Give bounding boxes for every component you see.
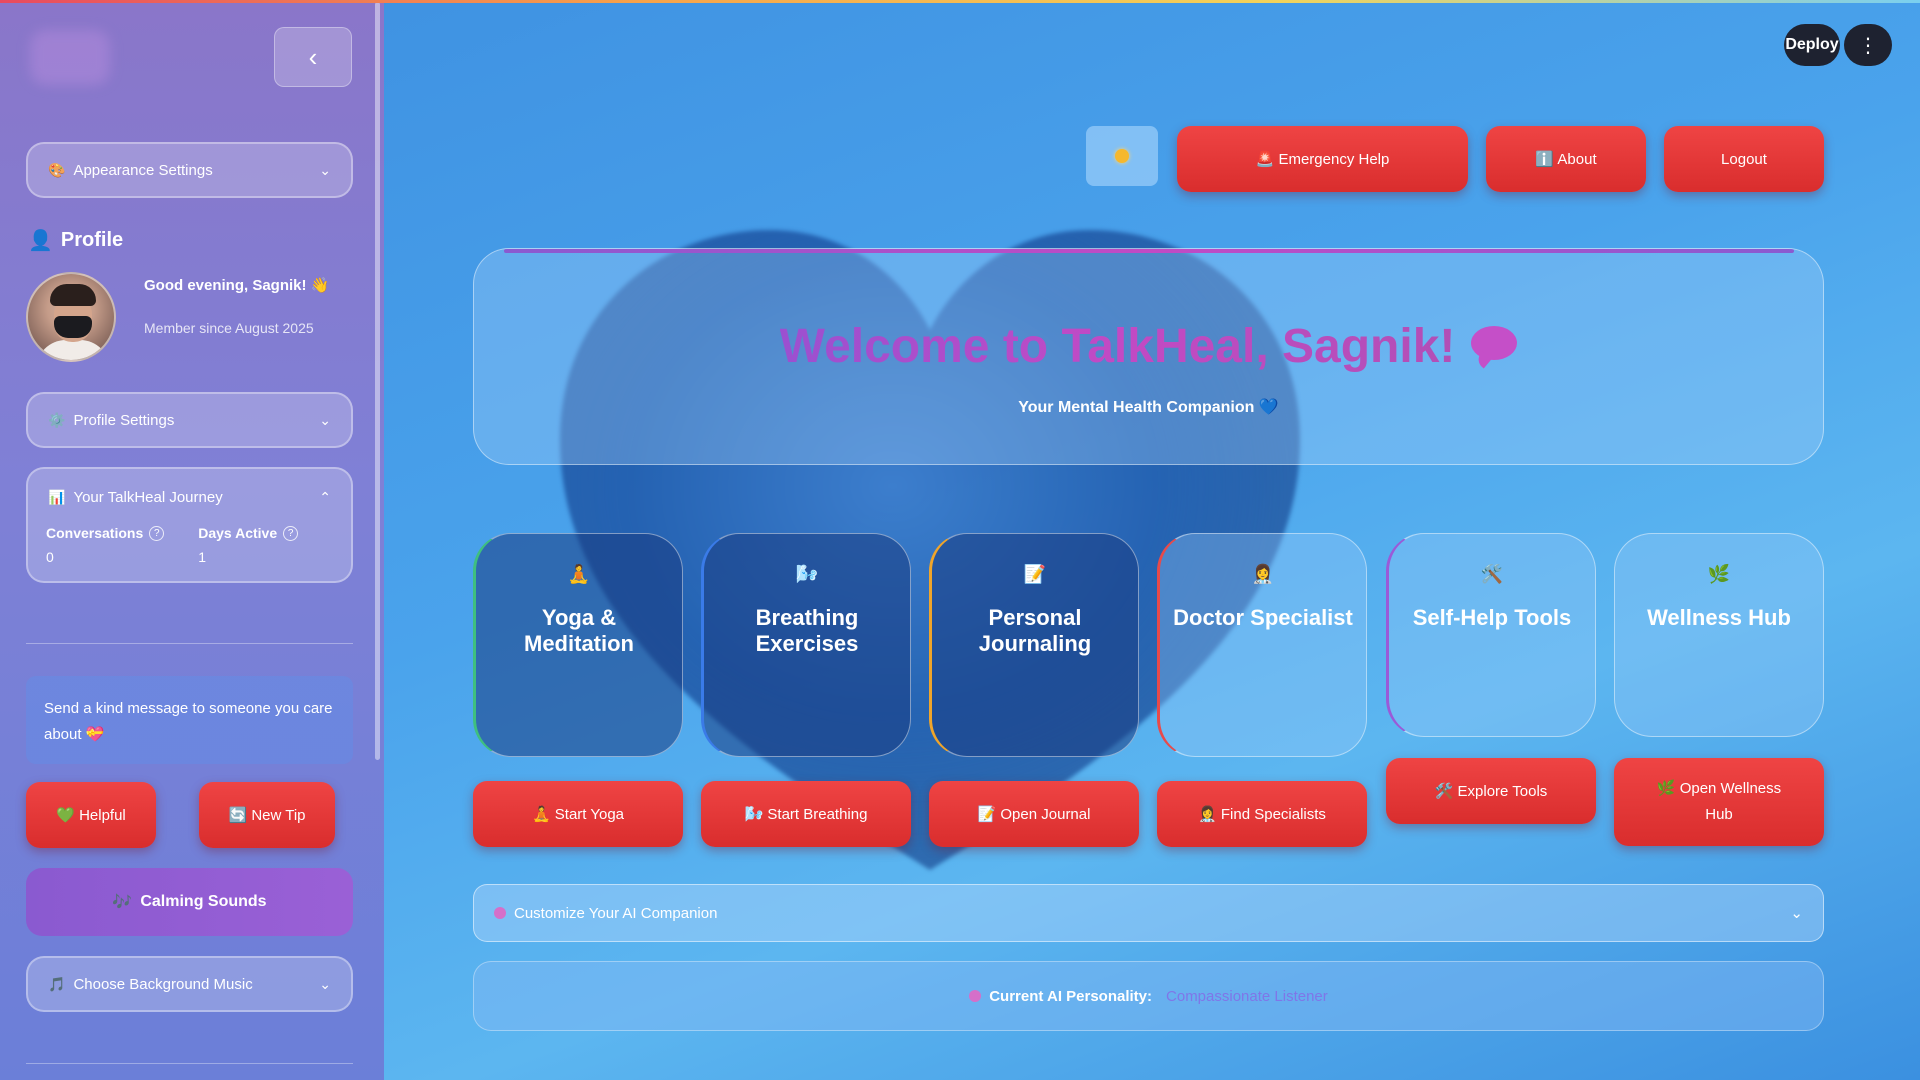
sidebar: ‹ 🎨 Appearance Settings ⌄ 👤 Profile Good…: [0, 0, 384, 1080]
profile-heading: 👤 Profile: [28, 228, 123, 253]
chart-icon: 📊: [48, 488, 66, 505]
meditation-icon: 🧘: [567, 564, 591, 584]
page-title: Welcome to TalkHeal, Sagnik!: [474, 319, 1823, 374]
wind-icon: 🌬️: [795, 564, 819, 584]
start-yoga-button[interactable]: 🧘 Start Yoga: [473, 781, 683, 847]
help-icon[interactable]: ?: [283, 525, 299, 541]
open-wellness-hub-button[interactable]: 🌿 Open Wellness Hub: [1614, 758, 1824, 846]
brain-icon: [494, 907, 506, 919]
sidebar-divider: [26, 643, 353, 644]
music-note-icon: 🎵: [48, 975, 66, 992]
card-breathing: 🌬️ Breathing Exercises: [701, 533, 911, 757]
card-title: Wellness Hub: [1647, 605, 1791, 630]
background-music-expander[interactable]: 🎵 Choose Background Music ⌄: [26, 956, 353, 1012]
profile-settings-label: Profile Settings: [73, 411, 175, 429]
card-title: Doctor Specialist: [1173, 605, 1353, 630]
personality-label: Current AI Personality:: [989, 987, 1153, 1005]
calming-sounds-label: Calming Sounds: [140, 893, 267, 910]
brain-icon: [969, 990, 982, 1002]
metric-value: 1: [198, 549, 207, 565]
palette-icon: 🎨: [48, 161, 66, 178]
conversations-metric: Conversations ? 0: [46, 525, 165, 565]
card-journaling: 📝 Personal Journaling: [929, 533, 1139, 757]
journey-label: Your TalkHeal Journey: [73, 488, 223, 506]
hero-subtitle: Your Mental Health Companion 💙: [1018, 399, 1279, 416]
open-journal-button[interactable]: 📝 Open Journal: [929, 781, 1139, 847]
card-title: Personal Journaling: [978, 605, 1092, 656]
speech-bubble-icon: [1471, 326, 1518, 361]
customize-ai-expander[interactable]: Customize Your AI Companion ⌄: [473, 884, 1824, 942]
profile-settings-expander[interactable]: ⚙️ Profile Settings ⌄: [26, 392, 353, 448]
card-self-help: 🛠️ Self-Help Tools: [1386, 533, 1596, 737]
card-doctor: 👩‍⚕️ Doctor Specialist: [1157, 533, 1367, 757]
helpful-button[interactable]: 💚 Helpful: [26, 782, 156, 848]
music-notes-icon: 🎶: [112, 894, 133, 911]
chevron-left-icon: ‹: [308, 41, 318, 72]
welcome-title: Welcome to TalkHeal, Sagnik!: [779, 320, 1456, 373]
gear-icon: ⚙️: [48, 411, 66, 428]
kind-message-card: Send a kind message to someone you care …: [26, 676, 353, 764]
app-logo: [30, 30, 110, 85]
card-wellness: 🌿 Wellness Hub: [1614, 533, 1824, 737]
journey-expander[interactable]: 📊 Your TalkHeal Journey ⌃ Conversations …: [26, 467, 353, 583]
start-breathing-button[interactable]: 🌬️ Start Breathing: [701, 781, 911, 847]
help-icon[interactable]: ?: [149, 525, 165, 541]
calming-sounds-button[interactable]: 🎶 Calming Sounds: [26, 868, 353, 936]
memo-icon: 📝: [1023, 564, 1047, 584]
chevron-down-icon: ⌄: [1790, 905, 1803, 922]
chevron-down-icon: ⌄: [319, 975, 331, 992]
metric-label: Days Active: [198, 525, 278, 541]
sun-icon: [1115, 149, 1129, 163]
deploy-button[interactable]: Deploy: [1784, 24, 1840, 66]
greeting-text: Good evening, Sagnik! 👋: [144, 277, 330, 294]
days-active-metric: Days Active ? 1: [198, 525, 299, 565]
card-title: Yoga & Meditation: [524, 605, 634, 656]
avatar: [26, 272, 116, 362]
top-accent-bar: [0, 0, 1920, 3]
herb-icon: 🌿: [1707, 564, 1731, 584]
tools-icon: 🛠️: [1480, 564, 1504, 584]
appearance-settings-label: Appearance Settings: [73, 161, 213, 179]
current-personality-panel: Current AI Personality: Compassionate Li…: [473, 961, 1824, 1031]
sidebar-divider: [26, 1063, 353, 1064]
collapse-sidebar-button[interactable]: ‹: [274, 27, 352, 87]
hero-accent-line: [504, 249, 1794, 253]
customize-ai-label: Customize Your AI Companion: [514, 904, 718, 922]
metric-label: Conversations: [46, 525, 144, 541]
chevron-down-icon: ⌄: [319, 411, 331, 428]
card-title: Breathing Exercises: [755, 605, 859, 656]
kebab-menu-icon[interactable]: ⋮: [1844, 24, 1892, 66]
personality-value: Compassionate Listener: [1166, 987, 1328, 1005]
metric-value: 0: [46, 549, 54, 565]
chevron-up-icon: ⌃: [319, 488, 331, 505]
profile-title: Profile: [60, 229, 124, 251]
card-title: Self-Help Tools: [1412, 605, 1572, 630]
explore-tools-button[interactable]: 🛠️ Explore Tools: [1386, 758, 1596, 824]
member-since-text: Member since August 2025: [144, 320, 314, 336]
find-specialists-button[interactable]: 👩‍⚕️ Find Specialists: [1157, 781, 1367, 847]
card-yoga: 🧘 Yoga & Meditation: [473, 533, 683, 757]
doctor-icon: 👩‍⚕️: [1251, 564, 1275, 584]
about-button[interactable]: ℹ️ About: [1486, 126, 1646, 192]
new-tip-button[interactable]: 🔄 New Tip: [199, 782, 335, 848]
logout-button[interactable]: Logout: [1664, 126, 1824, 192]
theme-toggle-button[interactable]: [1086, 126, 1158, 186]
chevron-down-icon: ⌄: [319, 161, 331, 178]
emergency-help-button[interactable]: 🚨 Emergency Help: [1177, 126, 1468, 192]
user-icon: 👤: [28, 230, 53, 252]
sidebar-scrollbar[interactable]: [375, 2, 380, 760]
welcome-hero: Welcome to TalkHeal, Sagnik! Your Mental…: [473, 248, 1824, 465]
appearance-settings-expander[interactable]: 🎨 Appearance Settings ⌄: [26, 142, 353, 198]
background-music-label: Choose Background Music: [73, 975, 253, 993]
